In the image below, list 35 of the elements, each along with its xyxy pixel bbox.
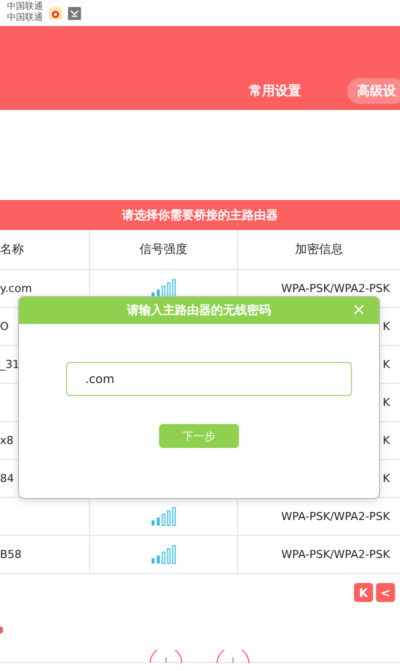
table-cell: _31 bbox=[0, 358, 20, 371]
signal-icon bbox=[150, 279, 176, 298]
column-header: 加密信息 bbox=[294, 241, 344, 258]
table-cell: x8 bbox=[0, 434, 14, 447]
password-field[interactable]: .com bbox=[66, 362, 352, 396]
nav-tab[interactable]: 常用设置 bbox=[239, 78, 311, 104]
column-header: 名称 bbox=[0, 230, 90, 269]
circle-icon bbox=[215, 650, 251, 663]
table-cell: K bbox=[382, 396, 390, 409]
circle-icon bbox=[148, 650, 184, 663]
carrier-label: 中国联通 bbox=[7, 13, 43, 24]
table-cell: B58 bbox=[0, 548, 22, 561]
page-button[interactable]: < bbox=[376, 583, 395, 602]
carrier-label: 中国联通 bbox=[7, 2, 43, 12]
table-cell: K bbox=[382, 434, 390, 447]
table-cell: O bbox=[0, 320, 9, 333]
close-button[interactable]: × bbox=[348, 300, 369, 320]
table-cell: WPA-PSK/WPA2-PSK bbox=[281, 510, 390, 523]
table-cell: WPA-PSK/WPA2-PSK bbox=[281, 282, 390, 295]
signal-icon bbox=[150, 545, 176, 564]
notification-icon bbox=[49, 6, 62, 20]
app-icon bbox=[68, 6, 81, 20]
signal-icon bbox=[150, 507, 176, 526]
table-cell: K bbox=[382, 358, 390, 371]
panel-title: 请选择你需要桥接的主路由器 bbox=[0, 200, 400, 230]
table-cell: K bbox=[382, 320, 390, 333]
nav-tab[interactable]: 高级设 bbox=[347, 78, 400, 104]
table-cell: 84 bbox=[0, 472, 14, 485]
table-cell: K bbox=[382, 472, 390, 485]
table-cell: y.com bbox=[0, 282, 32, 295]
next-button[interactable]: 下一步 bbox=[159, 424, 239, 448]
table-cell: WPA-PSK/WPA2-PSK bbox=[281, 548, 390, 561]
column-header: 信号强度 bbox=[90, 230, 238, 269]
dialog-title: 请输入主路由器的无线密码 bbox=[127, 302, 271, 319]
page-button[interactable]: K bbox=[354, 583, 373, 602]
